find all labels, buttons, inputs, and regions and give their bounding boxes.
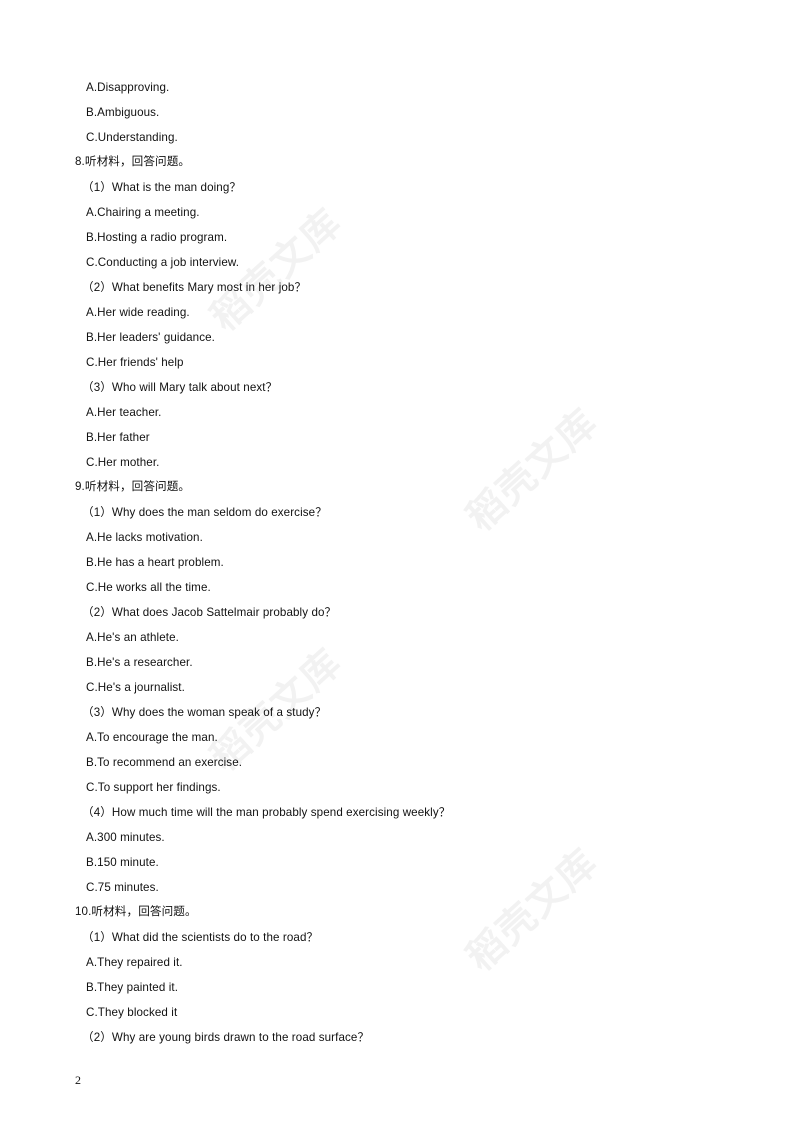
answer-option: A.Her wide reading. xyxy=(86,306,190,319)
answer-option: A.They repaired it. xyxy=(86,956,183,969)
answer-option: A.Disapproving. xyxy=(86,81,170,94)
sub-question-text: （2）Why are young birds drawn to the road… xyxy=(82,1031,370,1044)
answer-option: C.Understanding. xyxy=(86,131,178,144)
answer-option: C.He works all the time. xyxy=(86,581,211,594)
answer-option: B.He's a researcher. xyxy=(86,656,193,669)
sub-question-text: （1）What is the man doing？ xyxy=(82,181,242,194)
page-number: 2 xyxy=(75,1073,81,1087)
question-group-heading: 9.听材料，回答问题。 xyxy=(75,480,191,493)
sub-question-text: （2）What does Jacob Sattelmair probably d… xyxy=(82,606,337,619)
sub-question-text: （3）Who will Mary talk about next？ xyxy=(82,381,278,394)
answer-option: C.Her mother. xyxy=(86,456,160,469)
answer-option: C.He's a journalist. xyxy=(86,681,185,694)
answer-option: C.Conducting a job interview. xyxy=(86,256,240,269)
answer-option: A.He lacks motivation. xyxy=(86,531,203,544)
sub-question-text: （1）Why does the man seldom do exercise？ xyxy=(82,506,327,519)
answer-option: B.Her father xyxy=(86,431,150,444)
answer-option: C.75 minutes. xyxy=(86,881,159,894)
answer-option: B.Ambiguous. xyxy=(86,106,160,119)
answer-option: B.They painted it. xyxy=(86,981,179,994)
answer-option: C.Her friends' help xyxy=(86,356,184,369)
document-page: A.Disapproving. B.Ambiguous. C.Understandi… xyxy=(0,0,794,1123)
sub-question-text: （3）Why does the woman speak of a study？ xyxy=(82,706,327,719)
answer-option: B.Her leaders' guidance. xyxy=(86,331,215,344)
answer-option: A.He's an athlete. xyxy=(86,631,179,644)
answer-option: C.They blocked it xyxy=(86,1006,178,1019)
answer-option: A.To encourage the man. xyxy=(86,731,218,744)
answer-option: A.300 minutes. xyxy=(86,831,165,844)
answer-option: B.150 minute. xyxy=(86,856,159,869)
answer-option: B.He has a heart problem. xyxy=(86,556,224,569)
answer-option: A.Chairing a meeting. xyxy=(86,206,200,219)
sub-question-text: （1）What did the scientists do to the roa… xyxy=(82,931,319,944)
answer-option: C.To support her findings. xyxy=(86,781,221,794)
answer-option: B.To recommend an exercise. xyxy=(86,756,243,769)
question-group-heading: 8.听材料，回答问题。 xyxy=(75,155,191,168)
sub-question-text: （4）How much time will the man probably s… xyxy=(82,806,451,819)
answer-option: B.Hosting a radio program. xyxy=(86,231,228,244)
answer-option: A.Her teacher. xyxy=(86,406,162,419)
sub-question-text: （2）What benefits Mary most in her job？ xyxy=(82,281,307,294)
question-group-heading: 10.听材料，回答问题。 xyxy=(75,905,197,918)
